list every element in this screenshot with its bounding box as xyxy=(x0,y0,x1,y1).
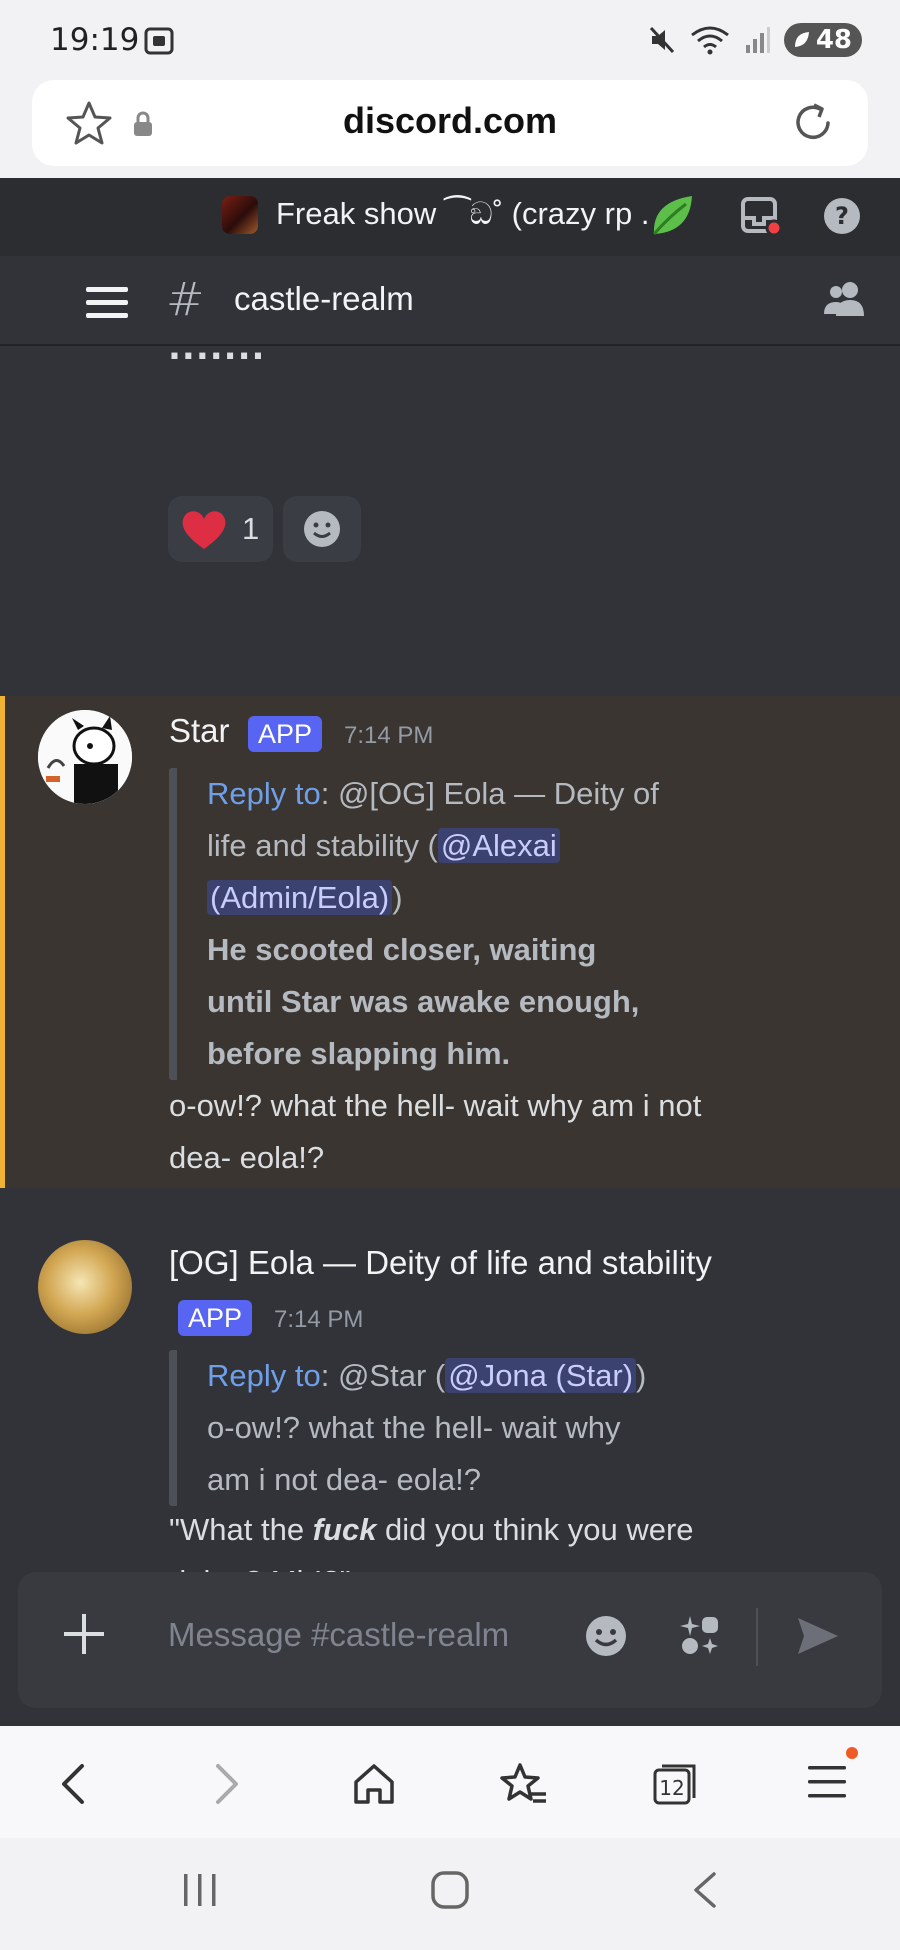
discord-app: Freak show ⁀ඞ˚ (crazy rp . ? # castle-re… xyxy=(0,178,900,1726)
body-text: "What the xyxy=(169,1512,313,1547)
body-emphasis: fuck xyxy=(312,1512,377,1547)
leaf-emoji-icon xyxy=(652,196,692,235)
quote-line: am i not dea- eola!? xyxy=(207,1462,482,1497)
url-text[interactable]: discord.com xyxy=(32,100,868,142)
help-icon[interactable]: ? xyxy=(822,196,862,236)
reaction-count: 1 xyxy=(242,511,260,546)
apps-icon[interactable] xyxy=(678,1614,722,1658)
message-list: ....... 1 Star APP 7:14 PM Reply to: @[O… xyxy=(0,346,900,1726)
server-name[interactable]: Freak show ⁀ඞ˚ (crazy rp . xyxy=(276,196,649,233)
reaction-heart[interactable]: 1 xyxy=(168,496,274,562)
send-icon[interactable] xyxy=(794,1614,840,1658)
bookmarks-icon[interactable] xyxy=(500,1762,548,1808)
app-badge: APP xyxy=(178,1300,253,1336)
reply-target-cont: life and stability ( xyxy=(207,828,438,863)
system-navigation xyxy=(0,1838,900,1950)
browser-url-bar[interactable]: discord.com xyxy=(32,80,868,166)
home-button-icon[interactable] xyxy=(430,1870,470,1910)
heart-icon xyxy=(182,511,226,549)
add-reaction-button[interactable] xyxy=(283,496,362,562)
svg-text:?: ? xyxy=(835,202,849,230)
wifi-icon xyxy=(690,26,729,55)
members-icon[interactable] xyxy=(822,280,866,320)
app-badge: APP xyxy=(248,716,323,752)
inbox-icon[interactable] xyxy=(740,196,782,236)
user-mention-cont[interactable]: (Admin/Eola) xyxy=(207,880,393,915)
avatar[interactable] xyxy=(38,710,132,804)
body-text: did you think you were xyxy=(376,1512,694,1547)
message-body: o-ow!? what the hell- wait why am i not … xyxy=(169,1080,701,1184)
body-line: dea- eola!? xyxy=(169,1140,325,1175)
quote-line: until Star was awake enough, xyxy=(207,984,640,1019)
battery-level: 48 xyxy=(815,25,852,55)
message-star[interactable]: Star APP 7:14 PM Reply to: @[OG] Eola — … xyxy=(0,696,900,1188)
reply-quote: Reply to: @[OG] Eola — Deity of life and… xyxy=(169,768,659,1080)
browser-toolbar: 12 xyxy=(0,1726,900,1838)
server-header[interactable]: Freak show ⁀ඞ˚ (crazy rp . ? xyxy=(0,178,900,256)
tab-count: 12 xyxy=(659,1776,685,1800)
avatar[interactable] xyxy=(38,1240,132,1334)
message-input[interactable]: Message #castle-realm xyxy=(168,1616,509,1654)
body-line: o-ow!? what the hell- wait why am i not xyxy=(169,1088,702,1123)
reload-icon[interactable] xyxy=(790,100,836,146)
channel-header: # castle-realm xyxy=(0,256,900,346)
system-back-icon[interactable] xyxy=(690,1870,720,1910)
reply-quote: Reply to: @Star (@Jona (Star)) o-ow!? wh… xyxy=(169,1350,646,1506)
author-name[interactable]: [OG] Eola — Deity of life and stability xyxy=(169,1244,712,1282)
channel-hash-icon: # xyxy=(166,272,205,326)
quote-line: He scooted closer, waiting xyxy=(207,932,597,967)
user-mention[interactable]: @Alexai xyxy=(437,828,560,863)
forward-icon[interactable] xyxy=(210,1762,244,1806)
user-mention[interactable]: @Jona (Star) xyxy=(445,1358,637,1393)
timestamp: 7:14 PM xyxy=(274,1306,364,1333)
hamburger-menu-icon[interactable] xyxy=(86,286,128,320)
channel-name[interactable]: castle-realm xyxy=(234,280,414,318)
screenshot-icon xyxy=(144,27,174,55)
reply-target: : @Star ( xyxy=(320,1358,446,1393)
message-composer: Message #castle-realm xyxy=(18,1572,882,1708)
composer-divider xyxy=(756,1608,758,1666)
status-bar: 19:19 48 xyxy=(0,0,900,80)
back-icon[interactable] xyxy=(56,1762,90,1806)
server-icon[interactable] xyxy=(222,196,258,234)
recent-apps-icon[interactable] xyxy=(180,1870,220,1910)
battery-indicator: 48 xyxy=(783,23,862,57)
emoji-icon[interactable] xyxy=(584,1614,628,1658)
reply-label[interactable]: Reply to xyxy=(207,1358,321,1393)
reply-close: ) xyxy=(636,1358,647,1393)
tabs-button[interactable]: 12 xyxy=(652,1762,698,1806)
add-reaction-icon xyxy=(304,511,341,547)
avatar-image xyxy=(38,710,132,804)
plus-icon[interactable] xyxy=(62,1612,106,1656)
quote-line: o-ow!? what the hell- wait why xyxy=(207,1410,621,1445)
home-icon[interactable] xyxy=(352,1762,396,1806)
battery-saver-icon xyxy=(794,32,809,47)
reply-target: : @[OG] Eola — Deity of xyxy=(320,776,659,811)
reply-close: ) xyxy=(392,880,403,915)
timestamp: 7:14 PM xyxy=(344,722,434,749)
author-name[interactable]: Star xyxy=(169,712,230,750)
reply-label[interactable]: Reply to xyxy=(207,776,321,811)
reaction-row: 1 xyxy=(168,496,362,562)
previous-message-text: ....... xyxy=(168,346,266,368)
menu-icon[interactable] xyxy=(806,1746,858,1806)
mute-icon xyxy=(649,26,674,54)
status-time: 19:19 xyxy=(50,22,140,58)
signal-icon xyxy=(745,27,770,53)
quote-line: before slapping him. xyxy=(207,1036,511,1071)
